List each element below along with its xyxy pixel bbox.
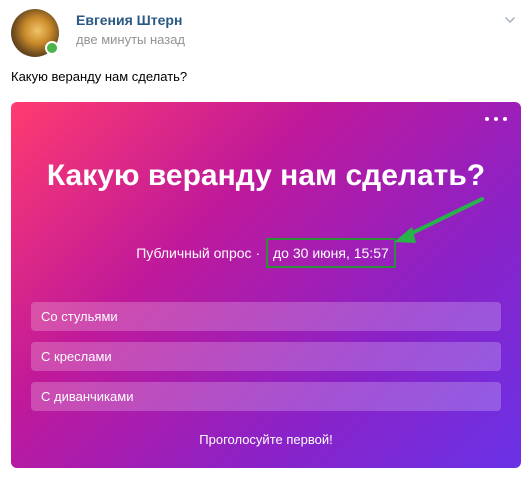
- more-horizontal-icon[interactable]: [485, 114, 507, 124]
- author-name[interactable]: Евгения Штерн: [76, 12, 182, 28]
- poll-title: Какую веранду нам сделать?: [46, 159, 486, 192]
- avatar[interactable]: [11, 9, 59, 57]
- poll-card: Какую веранду нам сделать? Публичный опр…: [11, 102, 521, 468]
- post-time[interactable]: две минуты назад: [76, 32, 185, 47]
- poll-deadline: до 30 июня, 15:57: [266, 238, 396, 268]
- vote-first-text: Проголосуйте первой!: [199, 432, 333, 447]
- poll-options: Со стульями С креслами С диванчиками: [31, 302, 501, 422]
- annotation-arrow-icon: [394, 197, 484, 243]
- separator: ·: [255, 245, 261, 261]
- poll-option-3[interactable]: С диванчиками: [31, 382, 501, 411]
- post-text: Какую веранду нам сделать?: [11, 69, 188, 84]
- poll-option-1[interactable]: Со стульями: [31, 302, 501, 331]
- online-status-icon: [45, 41, 59, 55]
- chevron-down-icon[interactable]: [503, 13, 517, 27]
- poll-type-label: Публичный опрос: [136, 245, 252, 261]
- poll-option-2[interactable]: С креслами: [31, 342, 501, 371]
